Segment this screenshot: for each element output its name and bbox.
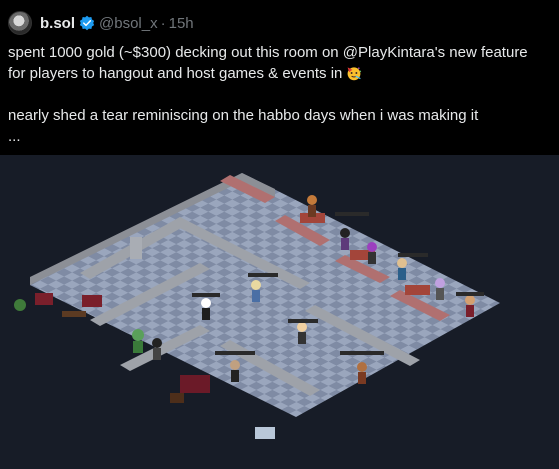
tweet-media-image[interactable]: [0, 155, 559, 469]
display-name[interactable]: b.sol: [40, 15, 75, 32]
tweet-text-line-3: nearly shed a tear reminiscing on the ha…: [8, 107, 479, 124]
timestamp[interactable]: 15h: [169, 15, 194, 32]
party-face-emoji-icon: [347, 67, 362, 81]
avatar[interactable]: [8, 11, 32, 35]
dot-separator: ·: [160, 14, 166, 32]
handle[interactable]: @bsol_x: [99, 15, 158, 32]
tweet-card[interactable]: b.sol @bsol_x · 15h spent 1000 gold (~$3…: [0, 0, 559, 469]
tweet-text-line-2: for players to hangout and host games & …: [8, 63, 553, 84]
tweet-text-line-1: spent 1000 gold (~$300) decking out this…: [8, 44, 528, 61]
verified-badge-icon: [79, 15, 95, 31]
tweet-text-line-2-text: for players to hangout and host games & …: [8, 65, 343, 82]
game-room-scene: [0, 155, 559, 469]
tweet-header: b.sol @bsol_x · 15h: [8, 10, 194, 36]
tweet-text-line-4: ...: [8, 128, 21, 145]
tweet-text: spent 1000 gold (~$300) decking out this…: [8, 42, 553, 147]
